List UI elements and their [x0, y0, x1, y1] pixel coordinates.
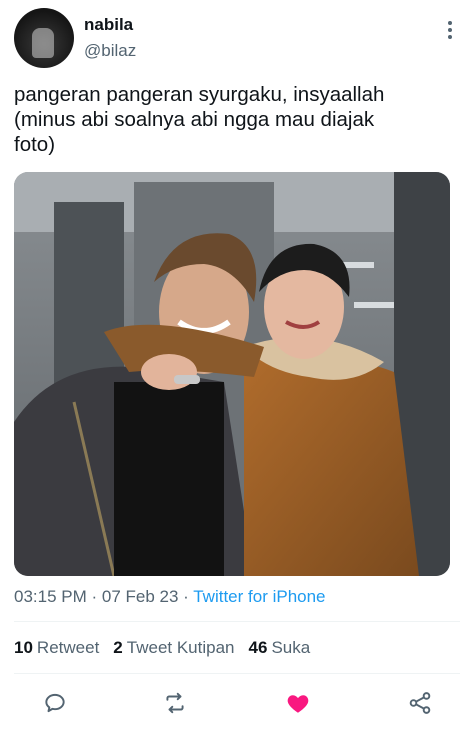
avatar-figure [32, 28, 54, 58]
tweet-header: nabila @bilaz [0, 0, 474, 70]
likes-count: 46 [248, 638, 268, 657]
author-handle[interactable]: @bilaz [84, 41, 136, 61]
heart-filled-icon [287, 695, 309, 713]
retweets-count: 10 [14, 638, 33, 657]
tweet-actions [0, 682, 474, 722]
reply-icon [45, 693, 65, 713]
tweet-stats: 10 Retweet 2 Tweet Kutipan 46 Suka [14, 638, 310, 658]
divider [14, 673, 460, 674]
tweet-source-link[interactable]: Twitter for iPhone [193, 587, 325, 606]
likes-stat[interactable]: 46 Suka [249, 638, 311, 658]
retweet-icon [166, 692, 184, 714]
divider [14, 621, 460, 622]
more-dot [448, 35, 452, 39]
tweet-photo[interactable] [14, 172, 450, 576]
quotes-count: 2 [113, 638, 123, 657]
tweet-timestamp: 03:15 PM · 07 Feb 23 · [14, 587, 194, 606]
reply-button[interactable] [42, 690, 68, 716]
retweets-stat[interactable]: 10 Retweet [14, 638, 99, 658]
like-button[interactable] [285, 690, 311, 716]
likes-label: Suka [271, 638, 311, 657]
tweet-text: pangeran pangeran syurgaku, insyaallah (… [14, 83, 385, 156]
more-dot [448, 28, 452, 32]
more-vertical-icon [448, 21, 452, 25]
photo-image [14, 172, 450, 576]
quotes-label: Tweet Kutipan [126, 638, 235, 657]
retweets-label: Retweet [36, 638, 100, 657]
tweet-meta: 03:15 PM · 07 Feb 23 · Twitter for iPhon… [14, 587, 326, 607]
quotes-stat[interactable]: 2 Tweet Kutipan [113, 638, 234, 658]
author-display-name[interactable]: nabila [84, 15, 133, 35]
avatar[interactable] [14, 8, 74, 68]
share-button[interactable] [407, 690, 433, 716]
share-icon [409, 692, 431, 714]
retweet-button[interactable] [162, 690, 188, 716]
more-options-button[interactable] [440, 18, 460, 42]
